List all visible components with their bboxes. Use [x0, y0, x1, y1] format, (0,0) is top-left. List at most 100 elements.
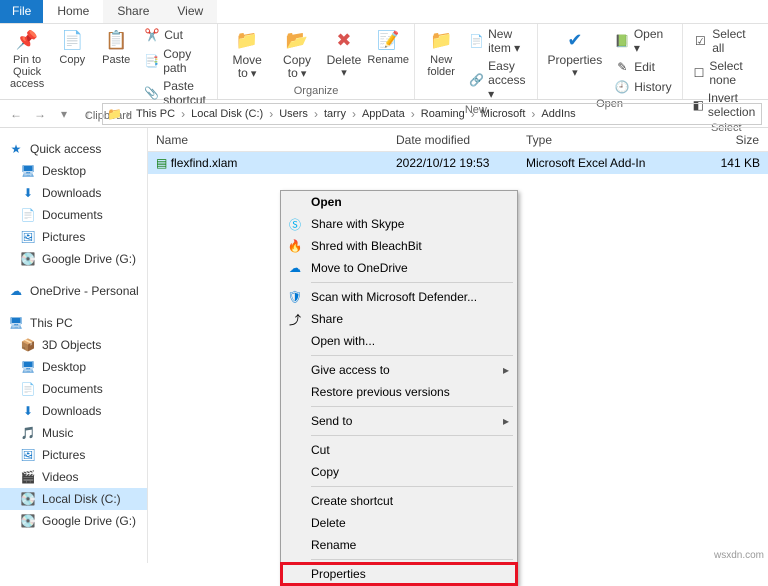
sidebar-item-pictures[interactable]: 🖼 Pictures — [0, 226, 147, 248]
chevron-right-icon: › — [312, 107, 320, 121]
crumb-roaming[interactable]: Roaming — [419, 108, 467, 120]
new-folder-button[interactable]: 📁 New folder — [421, 26, 461, 80]
tab-home[interactable]: Home — [43, 0, 103, 23]
sidebar-label: Documents — [42, 208, 103, 222]
chevron-right-icon: › — [469, 107, 477, 121]
sidebar: ★Quick access 🖥Desktop ⬇Downloads 📄Docum… — [0, 128, 148, 563]
new-folder-label: New folder — [425, 54, 457, 78]
sidebar-item-desktop[interactable]: 🖥Desktop — [0, 160, 147, 182]
ctx-restore[interactable]: Restore previous versions — [281, 381, 517, 403]
sidebar-item-downloads2[interactable]: ⬇Downloads — [0, 400, 147, 422]
sidebar-item-gdrive[interactable]: 💽Google Drive (G:) — [0, 248, 147, 270]
sidebar-label: Pictures — [42, 230, 85, 244]
sidebar-label: Local Disk (C:) — [42, 492, 121, 506]
copy-button[interactable]: 📄 Copy — [52, 26, 92, 68]
nav-back-button[interactable]: ← — [6, 104, 26, 124]
paste-label: Paste — [102, 54, 130, 66]
move-to-label: Move to ▾ — [228, 54, 266, 80]
sidebar-item-downloads[interactable]: ⬇Downloads — [0, 182, 147, 204]
move-to-button[interactable]: 📁 Move to ▾ — [224, 26, 270, 82]
ctx-open[interactable]: Open — [281, 191, 517, 213]
crumb-tarry[interactable]: tarry — [322, 108, 348, 120]
tab-file[interactable]: File — [0, 0, 43, 23]
ctx-create-shortcut[interactable]: Create shortcut — [281, 490, 517, 512]
properties-button[interactable]: ✔ Properties ▾ — [544, 26, 607, 81]
open-icon: 📗 — [614, 33, 630, 49]
nav-up-button[interactable]: ↑ — [78, 104, 98, 124]
sidebar-item-gdrive2[interactable]: 💽Google Drive (G:) — [0, 510, 147, 532]
ctx-separator — [311, 282, 513, 283]
crumb-appdata[interactable]: AppData — [360, 108, 407, 120]
sidebar-item-thispc[interactable]: 🖥This PC — [0, 312, 147, 334]
crumb-microsoft[interactable]: Microsoft — [479, 108, 528, 120]
pictures-icon: 🖼 — [20, 229, 36, 245]
ctx-bleachbit[interactable]: 🔥Shred with BleachBit — [281, 235, 517, 257]
col-header-type[interactable]: Type — [518, 133, 688, 147]
sidebar-item-quick-access[interactable]: ★Quick access — [0, 138, 147, 160]
chevron-right-icon: › — [124, 107, 132, 121]
paste-shortcut-icon: 📎 — [144, 85, 159, 101]
select-all-icon: ☑ — [693, 33, 709, 49]
ctx-delete[interactable]: Delete — [281, 512, 517, 534]
pictures-icon: 🖼 — [20, 447, 36, 463]
sidebar-item-videos[interactable]: 🎬 Videos — [0, 466, 147, 488]
sidebar-item-3dobjects[interactable]: 📦3D Objects — [0, 334, 147, 356]
easy-access-button[interactable]: 🔗Easy access ▾ — [465, 58, 530, 102]
sidebar-item-pictures2[interactable]: 🖼Pictures — [0, 444, 147, 466]
ctx-copy[interactable]: Copy — [281, 461, 517, 483]
copy-path-button[interactable]: 📑Copy path — [140, 46, 211, 76]
copy-to-button[interactable]: 📂 Copy to ▾ — [274, 26, 319, 82]
sidebar-item-documents[interactable]: 📄Documents — [0, 204, 147, 226]
cut-button[interactable]: ✂️Cut — [140, 26, 211, 44]
select-all-button[interactable]: ☑Select all — [689, 26, 764, 56]
crumb-users[interactable]: Users — [277, 108, 310, 120]
shield-icon: 🛡 — [287, 289, 303, 305]
ctx-give-access[interactable]: Give access to▸ — [281, 359, 517, 381]
ctx-share-skype[interactable]: ⓈShare with Skype — [281, 213, 517, 235]
sidebar-item-documents2[interactable]: 📄Documents — [0, 378, 147, 400]
col-header-date[interactable]: Date modified — [388, 133, 518, 147]
tab-view[interactable]: View — [163, 0, 217, 23]
history-button[interactable]: 🕘History — [610, 78, 675, 96]
nav-forward-button[interactable]: → — [30, 104, 50, 124]
ctx-defender[interactable]: 🛡Scan with Microsoft Defender... — [281, 286, 517, 308]
sidebar-label: 3D Objects — [42, 338, 101, 352]
sidebar-label: Videos — [42, 470, 78, 484]
edit-button[interactable]: ✎Edit — [610, 58, 675, 76]
file-name-cell: ▤ flexfind.xlam — [148, 156, 388, 170]
ctx-label: Copy — [311, 465, 339, 479]
tab-share[interactable]: Share — [103, 0, 163, 23]
paste-button[interactable]: 📋 Paste — [96, 26, 136, 68]
nav-recent-button[interactable]: ▾ — [54, 104, 74, 124]
ctx-open-with[interactable]: Open with... — [281, 330, 517, 352]
pin-quick-access-button[interactable]: 📌 Pin to Quick access — [6, 26, 48, 92]
ctx-rename[interactable]: Rename — [281, 534, 517, 556]
open-button[interactable]: 📗Open ▾ — [610, 26, 675, 56]
crumb-localdisk[interactable]: Local Disk (C:) — [189, 108, 265, 120]
sidebar-item-onedrive[interactable]: ☁OneDrive - Personal — [0, 280, 147, 302]
ctx-label: Create shortcut — [311, 494, 393, 508]
crumb-addins[interactable]: AddIns — [539, 108, 577, 120]
ctx-properties[interactable]: Properties — [281, 563, 517, 585]
delete-button[interactable]: ✖ Delete ▾ — [324, 26, 364, 81]
select-none-button[interactable]: ☐Select none — [689, 58, 764, 88]
col-header-size[interactable]: Size — [688, 133, 768, 147]
sidebar-item-desktop2[interactable]: 🖥Desktop — [0, 356, 147, 378]
music-icon: 🎵 — [20, 425, 36, 441]
crumb-thispc[interactable]: This PC — [134, 108, 177, 120]
sidebar-label: Music — [42, 426, 73, 440]
videos-icon: 🎬 — [20, 469, 36, 485]
pc-icon: 🖥 — [8, 315, 24, 331]
file-row[interactable]: ▤ flexfind.xlam 2022/10/12 19:53 Microso… — [148, 152, 768, 174]
sidebar-item-localdisk[interactable]: 💽Local Disk (C:) — [0, 488, 147, 510]
col-header-name[interactable]: Name — [148, 133, 388, 147]
ctx-cut[interactable]: Cut — [281, 439, 517, 461]
breadcrumb[interactable]: 📁 › This PC› Local Disk (C:)› Users› tar… — [102, 103, 762, 125]
ctx-move-onedrive[interactable]: ☁Move to OneDrive — [281, 257, 517, 279]
sidebar-item-music[interactable]: 🎵 Music — [0, 422, 147, 444]
ctx-send-to[interactable]: Send to▸ — [281, 410, 517, 432]
star-icon: ★ — [8, 141, 24, 157]
rename-button[interactable]: 📝 Rename — [368, 26, 408, 68]
new-item-button[interactable]: 📄New item ▾ — [465, 26, 530, 56]
ctx-share[interactable]: ⤴Share — [281, 308, 517, 330]
